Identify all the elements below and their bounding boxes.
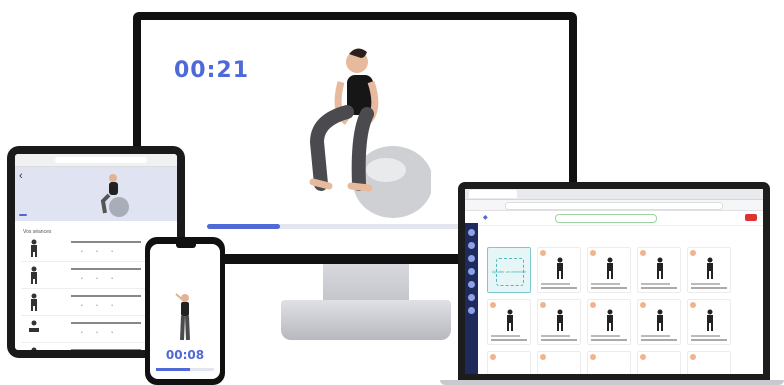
sidebar-icon[interactable] bbox=[468, 281, 475, 288]
sidebar-icon[interactable] bbox=[468, 229, 475, 236]
exercise-thumb-icon bbox=[31, 266, 37, 284]
exercise-card[interactable] bbox=[637, 351, 681, 374]
exercise-thumb-icon bbox=[31, 347, 37, 350]
monitor-progress-bar bbox=[207, 224, 497, 229]
search-input[interactable] bbox=[555, 214, 657, 223]
exercise-grid: Ajouter un exercice bbox=[487, 247, 731, 374]
exercise-card[interactable] bbox=[537, 247, 581, 293]
exercise-card[interactable] bbox=[537, 351, 581, 374]
browser-url-bar[interactable] bbox=[465, 200, 763, 211]
exercise-thumb-icon bbox=[31, 293, 37, 311]
add-exercise-card[interactable]: Ajouter un exercice bbox=[487, 247, 531, 293]
exercise-figure-icon bbox=[607, 309, 613, 331]
app-logo[interactable]: ◆ bbox=[483, 214, 488, 221]
woman-stretching-icon bbox=[175, 293, 190, 341]
exercise-card[interactable] bbox=[537, 299, 581, 345]
phone-progress-fill bbox=[156, 368, 190, 371]
exercise-figure-icon bbox=[707, 309, 713, 331]
exercise-thumb-icon bbox=[29, 320, 39, 332]
monitor-timer: 00:21 bbox=[174, 58, 250, 83]
exercise-card[interactable] bbox=[587, 299, 631, 345]
exercise-card[interactable] bbox=[687, 351, 731, 374]
app-header: ◆ bbox=[465, 211, 763, 226]
exercise-figure-icon bbox=[557, 309, 563, 331]
sidebar-icon[interactable] bbox=[468, 268, 475, 275]
phone-progress-bar bbox=[156, 368, 214, 371]
exercise-card[interactable] bbox=[587, 351, 631, 374]
exercise-figure-icon bbox=[657, 309, 663, 331]
exercise-card[interactable] bbox=[487, 299, 531, 345]
app-sidebar bbox=[465, 223, 478, 374]
monitor-stand-base bbox=[281, 300, 451, 340]
tablet-hero: ‹ bbox=[15, 167, 177, 221]
exercise-card[interactable] bbox=[487, 351, 531, 374]
laptop-device: ◆ Ajouter un exercice bbox=[458, 182, 770, 380]
exercise-figure-icon bbox=[507, 309, 513, 331]
sidebar-icon[interactable] bbox=[468, 242, 475, 249]
phone-notch bbox=[176, 244, 196, 248]
monitor-stand-neck bbox=[323, 264, 409, 304]
laptop-base bbox=[440, 380, 784, 385]
sidebar-icon[interactable] bbox=[468, 294, 475, 301]
sidebar-icon[interactable] bbox=[468, 255, 475, 262]
exercise-thumb-icon bbox=[31, 239, 37, 257]
phone-screen: 00:08 bbox=[150, 244, 220, 379]
exercise-figure-icon bbox=[657, 257, 663, 279]
exercise-card[interactable] bbox=[637, 299, 681, 345]
exercise-figure-icon bbox=[557, 257, 563, 279]
exercise-figure-icon bbox=[707, 257, 713, 279]
exercise-card[interactable] bbox=[687, 247, 731, 293]
exercise-card[interactable] bbox=[637, 247, 681, 293]
woman-on-ball-icon bbox=[309, 48, 431, 218]
tablet-url-bar[interactable] bbox=[15, 154, 177, 167]
browser-tab-strip bbox=[465, 189, 763, 200]
laptop-screen: ◆ Ajouter un exercice bbox=[465, 189, 763, 374]
phone-device: 00:08 bbox=[145, 237, 225, 385]
woman-on-ball-thumb bbox=[100, 174, 129, 217]
exercise-figure-icon bbox=[607, 257, 613, 279]
add-exercise-label: Ajouter un exercice bbox=[491, 269, 527, 274]
tablet-exercise-tag[interactable] bbox=[19, 214, 27, 216]
browser-tab[interactable] bbox=[469, 190, 517, 198]
exercise-card[interactable] bbox=[687, 299, 731, 345]
monitor-progress-fill bbox=[207, 224, 280, 229]
sidebar-icon[interactable] bbox=[468, 307, 475, 314]
exercise-card[interactable] bbox=[587, 247, 631, 293]
chevron-left-icon[interactable]: ‹ bbox=[19, 170, 23, 182]
notification-badge[interactable] bbox=[745, 214, 757, 221]
phone-timer: 00:08 bbox=[165, 348, 205, 362]
